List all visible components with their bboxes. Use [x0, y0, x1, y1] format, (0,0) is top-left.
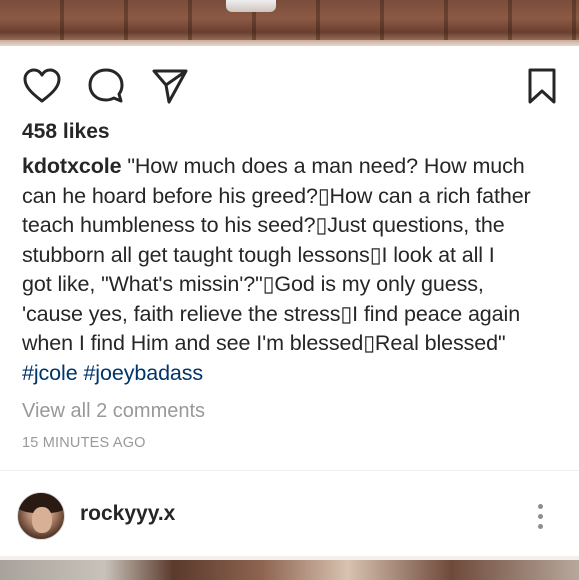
like-button[interactable]: [20, 62, 64, 110]
more-dot-icon: [537, 523, 543, 529]
avatar-face: [32, 507, 52, 533]
caption-line: 'cause yes, faith relieve the stress▯I f…: [22, 301, 521, 326]
avatar[interactable]: [17, 492, 65, 540]
post-caption: kdotxcole "How much does a man need? How…: [22, 152, 562, 388]
caption-hashtags: #jcole #joeybadass: [22, 359, 562, 389]
more-options-button[interactable]: [528, 496, 552, 536]
bookmark-button[interactable]: [520, 62, 564, 110]
caption-line: teach humbleness to his seed?▯Just quest…: [22, 213, 505, 237]
caption-line: can he hoard before his greed?▯How can a…: [22, 183, 531, 208]
likes-count[interactable]: 458 likes: [22, 120, 110, 144]
post-divider: [0, 470, 579, 471]
more-dot-icon: [537, 503, 543, 509]
share-icon: [152, 69, 188, 104]
caption-line: stubborn all get taught tough lessons▯I …: [22, 242, 495, 267]
post-action-bar: [0, 62, 579, 112]
next-post-photo[interactable]: [0, 556, 579, 580]
post-timestamp: 15 MINUTES AGO: [22, 435, 146, 451]
comment-button[interactable]: [84, 62, 128, 110]
caption-line: kdotxcole "How much does a man need? How…: [22, 154, 525, 178]
share-button[interactable]: [148, 62, 192, 110]
hashtag-link[interactable]: #joeybadass: [83, 361, 203, 385]
caption-username[interactable]: kdotxcole: [22, 154, 122, 178]
photo-highlight: [226, 0, 276, 12]
photo-top-edge: [0, 556, 579, 560]
next-post-header: rockyyy.x: [0, 488, 579, 544]
view-all-comments-link[interactable]: View all 2 comments: [22, 400, 205, 423]
more-dot-icon: [537, 513, 543, 519]
comment-icon: [88, 68, 124, 103]
heart-icon: [23, 68, 61, 103]
caption-line: got like, "What's missin'?"▯God is my on…: [22, 272, 484, 296]
caption-line: when I find Him and see I'm blessed▯Real…: [22, 331, 506, 355]
next-post-username[interactable]: rockyyy.x: [80, 502, 175, 526]
hashtag-link[interactable]: #jcole: [22, 361, 78, 385]
bookmark-icon: [528, 68, 556, 104]
previous-post-photo[interactable]: [0, 0, 579, 46]
photo-bottom-edge: [0, 40, 579, 46]
